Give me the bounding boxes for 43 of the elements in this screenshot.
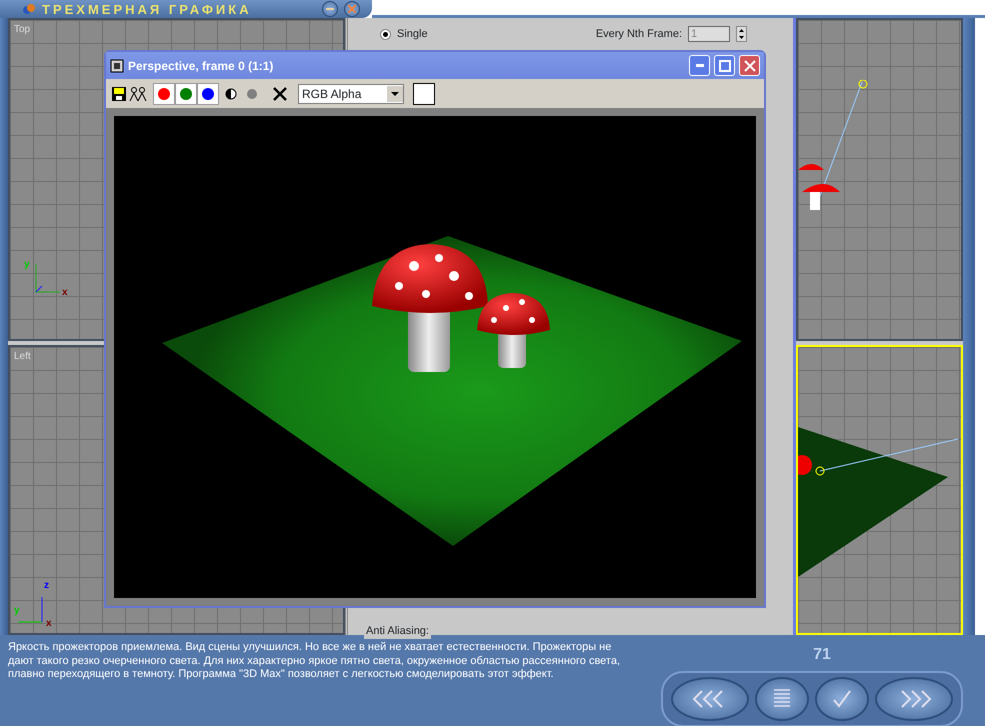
dot-icon[interactable] [246,88,258,100]
axis-label: y [24,260,30,270]
minimize-icon [696,64,704,68]
app-title: ТРЕХМЕРНАЯ ГРАФИКА [42,2,253,16]
menu-icon [772,688,792,710]
clear-icon[interactable] [273,86,287,101]
radio-button[interactable] [380,28,391,40]
close-icon [348,5,356,13]
caption-text: Яркость прожекторов приемлема. Вид сцены улучшился. Но все же в ней не хватает естественности. Прожекторы не дают такого резко очерченного света. Для них характерно яркое пятно света, окруженное областью рассеянного света, плавно переходящего в темноту. Программа "3D Max" позволяет с легкостью смоделировать этот эффект. [7,640,622,682]
channel-button[interactable] [197,82,219,105]
minimize-button[interactable] [322,1,338,17]
viewport-label: Left [14,350,31,364]
axis-label: x [62,288,68,298]
field-label: Every Nth Frame: [596,27,682,42]
check-icon [831,688,853,710]
maximize-button[interactable] [714,55,735,76]
channel-button[interactable] [175,82,197,105]
perspective-viewport[interactable] [796,345,963,635]
back-button[interactable] [671,677,749,721]
close-icon [744,60,756,72]
axis-icon [34,264,60,294]
viewport-label: Top [14,23,30,37]
people-icon[interactable] [129,86,147,101]
axis-label: x [46,619,52,629]
contrast-icon[interactable] [225,88,237,100]
axis-icon [18,597,44,623]
radio-label: Single [397,27,428,42]
axis-label: y [14,606,20,616]
minimize-icon [326,8,334,10]
menu-button[interactable] [755,677,809,721]
forward-button[interactable] [875,677,953,721]
save-icon[interactable] [112,86,126,101]
spinner[interactable] [736,26,747,42]
color-swatch[interactable] [413,82,435,105]
channel-button[interactable] [153,82,175,105]
window-title: Perspective, frame 0 (1:1) [128,58,274,75]
close-button[interactable] [344,1,360,17]
axis-label: z [44,581,49,591]
channel-dropdown[interactable]: RGB Alpha [298,84,404,104]
maximize-icon [718,60,730,72]
app-icon [22,2,36,16]
page-number: 71 [813,645,831,665]
spinner-arrows-icon [737,27,746,42]
